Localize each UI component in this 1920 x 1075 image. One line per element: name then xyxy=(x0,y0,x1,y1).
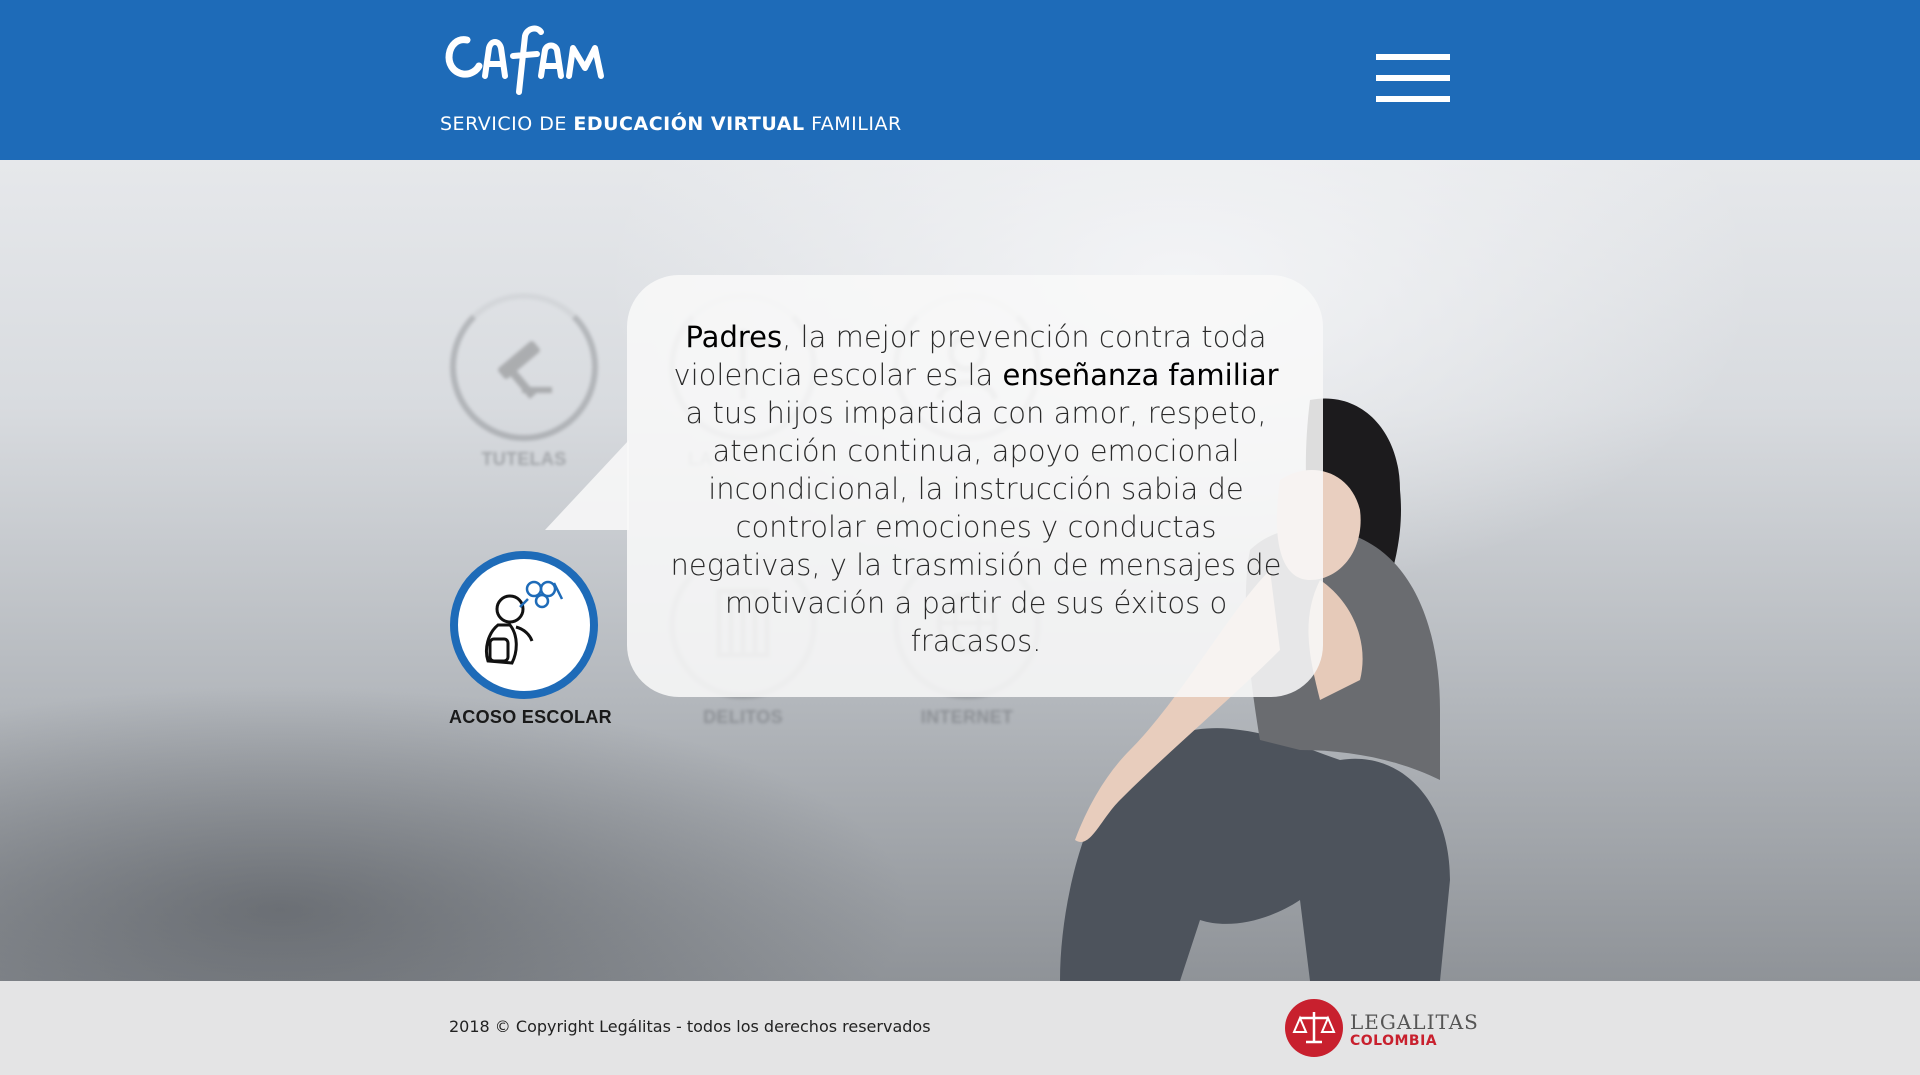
tagline-post: FAMILIAR xyxy=(804,113,902,135)
category-label: DELITOS xyxy=(703,707,783,727)
tagline-bold: EDUCACIÓN VIRTUAL xyxy=(573,113,805,135)
category-label: INTERNET xyxy=(920,707,1014,727)
copyright-text: 2018 © Copyright Legálitas - todos los d… xyxy=(449,1017,931,1036)
category-ring xyxy=(450,551,598,699)
legalitas-brand-name[interactable]: LEGALITAS xyxy=(1350,1010,1479,1034)
bubble-emphasis: enseñanza familiar xyxy=(1002,358,1279,392)
site-tagline: SERVICIO DE EDUCACIÓN VIRTUAL FAMILIAR xyxy=(440,113,902,135)
legalitas-brand-country: COLOMBIA xyxy=(1350,1033,1438,1049)
bubble-emphasis: Padres xyxy=(685,320,783,354)
bullying-icon xyxy=(484,580,564,665)
speech-bubble-text: Padres, la mejor prevención contra toda … xyxy=(664,318,1288,660)
category-label: ACOSO ESCOLAR xyxy=(449,707,612,727)
bubble-text-part: a tus hijos impartida con amor, respeto,… xyxy=(670,396,1282,658)
menu-bar xyxy=(1376,96,1450,102)
gavel-icon xyxy=(498,341,552,399)
speech-bubble-tail xyxy=(545,440,629,530)
hamburger-menu-icon[interactable] xyxy=(1376,50,1450,106)
category-acoso-escolar[interactable]: ACOSO ESCOLAR xyxy=(449,551,612,728)
menu-bar xyxy=(1376,54,1450,60)
cafam-logo[interactable] xyxy=(437,18,612,98)
site-footer xyxy=(0,981,1920,1075)
tagline-pre: SERVICIO DE xyxy=(440,113,574,135)
site-header: SERVICIO DE EDUCACIÓN VIRTUAL FAMILIAR xyxy=(0,0,1920,160)
category-ring xyxy=(450,293,598,441)
legalitas-scales-icon[interactable] xyxy=(1284,998,1344,1058)
menu-bar xyxy=(1376,75,1450,81)
